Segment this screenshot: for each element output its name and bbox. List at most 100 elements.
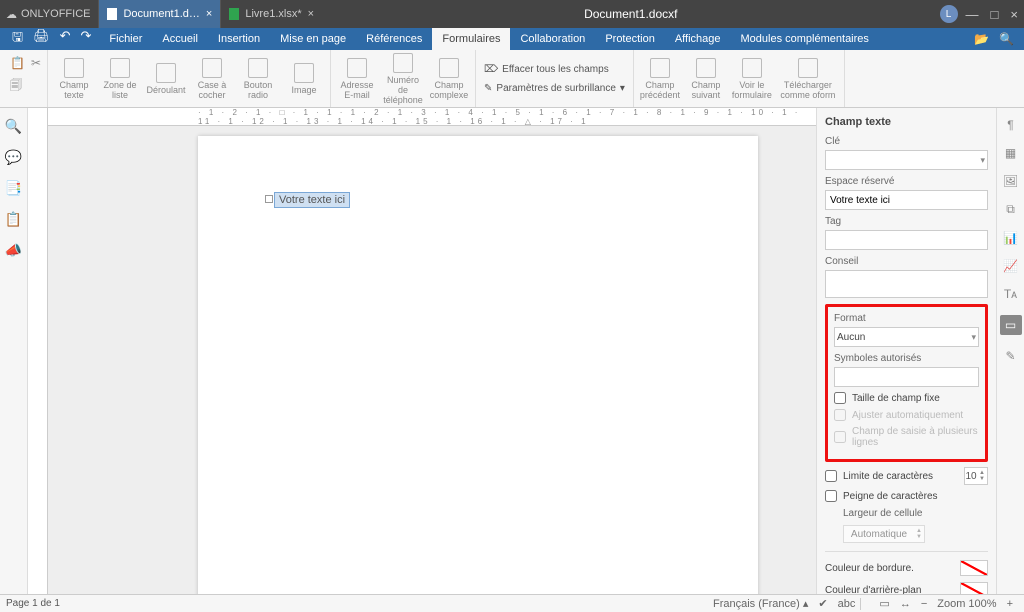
radio-button[interactable]: Boutonradio xyxy=(236,52,280,105)
next-field-button[interactable]: Champsuivant xyxy=(684,52,728,105)
trackchanges-icon[interactable]: abc xyxy=(833,598,861,610)
language-selector[interactable]: Français (France) ▴ xyxy=(708,597,813,610)
dropdown-button[interactable]: Déroulant xyxy=(144,52,188,105)
highlight-settings-button[interactable]: ✎Paramètres de surbrillance▾ xyxy=(480,81,629,96)
download-oform-button[interactable]: Téléchargercomme oform xyxy=(776,52,840,105)
shape-settings-icon[interactable]: 📊 xyxy=(1003,231,1018,245)
tab-mise-en-page[interactable]: Mise en page xyxy=(270,28,356,50)
menubar: 🖫 🖨 ↶ ↷ Fichier Accueil Insertion Mise e… xyxy=(0,28,1024,50)
copy-icon[interactable]: 🗐 xyxy=(10,76,25,97)
close-icon[interactable]: × xyxy=(308,8,314,20)
tab-formulaires[interactable]: Formulaires xyxy=(432,28,510,50)
form-text-field[interactable]: Votre texte ici xyxy=(274,192,350,208)
spellcheck-icon[interactable]: ✔ xyxy=(813,597,832,610)
tip-input[interactable] xyxy=(825,270,988,298)
fit-width-icon[interactable]: ↔ xyxy=(895,598,916,610)
doc-tab-2[interactable]: Livre1.xlsx* × xyxy=(220,0,322,28)
page-indicator[interactable]: Page 1 de 1 xyxy=(6,598,60,609)
tab-fichier[interactable]: Fichier xyxy=(99,28,152,50)
placeholder-input[interactable] xyxy=(825,190,988,210)
clear-fields-button[interactable]: ⌦Effacer tous les champs xyxy=(480,62,613,77)
comb-checkbox[interactable]: Peigne de caractères xyxy=(825,490,988,502)
paste-icon[interactable]: 📋 xyxy=(10,56,25,70)
paragraph-settings-icon[interactable]: ¶ xyxy=(1007,118,1013,132)
allowed-symbols-input[interactable] xyxy=(834,367,979,387)
tag-label: Tag xyxy=(825,216,988,227)
eye-icon xyxy=(742,58,762,78)
redo-icon[interactable]: ↷ xyxy=(81,28,92,50)
contact-fields-group: AdresseE-mail Numéro detéléphone Champco… xyxy=(331,50,476,107)
tab-accueil[interactable]: Accueil xyxy=(152,28,207,50)
key-select[interactable] xyxy=(825,150,988,170)
zoom-level[interactable]: Zoom 100% xyxy=(932,598,1001,610)
checkbox-button[interactable]: Case àcocher xyxy=(190,52,234,105)
chart-settings-icon[interactable]: 📈 xyxy=(1003,259,1018,273)
combobox-button[interactable]: Zone deliste xyxy=(98,52,142,105)
format-select[interactable]: Aucun xyxy=(834,327,979,347)
undo-icon[interactable]: ↶ xyxy=(60,28,71,50)
close-icon[interactable]: × xyxy=(206,8,212,20)
doc-tab-1[interactable]: Document1.d… × xyxy=(98,0,220,28)
user-avatar[interactable]: L xyxy=(940,5,958,23)
tab-references[interactable]: Références xyxy=(356,28,432,50)
find-icon[interactable]: 🔍 xyxy=(5,118,22,135)
combobox-icon xyxy=(110,58,130,78)
form-settings-icon[interactable]: ▭ xyxy=(1000,315,1022,335)
comments-icon[interactable]: 💬 xyxy=(5,149,22,166)
download-icon xyxy=(798,58,818,78)
tab-collaboration[interactable]: Collaboration xyxy=(510,28,595,50)
table-settings-icon[interactable]: ▦ xyxy=(1005,146,1016,160)
print-icon[interactable]: 🖨 xyxy=(33,28,50,50)
multiline-checkbox: Champ de saisie à plusieurs lignes xyxy=(834,426,979,448)
search-icon[interactable]: 🔍 xyxy=(999,32,1014,46)
headings-icon[interactable]: 📑 xyxy=(5,180,22,197)
char-limit-checkbox[interactable] xyxy=(825,470,837,482)
spreadsheet-icon xyxy=(229,8,239,20)
page[interactable]: Votre texte ici xyxy=(198,136,758,594)
char-limit-row: Limite de caractères ▲▼ xyxy=(825,467,988,485)
maximize-button[interactable]: □ xyxy=(991,7,999,22)
close-window-button[interactable]: × xyxy=(1010,7,1018,22)
zoom-out-button[interactable]: − xyxy=(916,598,932,610)
view-form-button[interactable]: Voir leformulaire xyxy=(730,52,774,105)
menubar-right: 📂 🔍 xyxy=(974,32,1020,46)
minimize-button[interactable]: — xyxy=(966,7,979,22)
field-anchor-icon[interactable] xyxy=(265,195,273,203)
feedback-icon[interactable]: 📣 xyxy=(5,242,22,259)
complex-field-button[interactable]: Champcomplexe xyxy=(427,52,471,105)
char-limit-spinner[interactable]: ▲▼ xyxy=(964,467,988,485)
fit-page-icon[interactable]: ▭ xyxy=(874,597,894,610)
tag-input[interactable] xyxy=(825,230,988,250)
save-icon[interactable]: 🖫 xyxy=(12,28,23,50)
zoom-in-button[interactable]: + xyxy=(1002,598,1018,610)
tab-insertion[interactable]: Insertion xyxy=(208,28,270,50)
key-label: Clé xyxy=(825,136,988,147)
autofit-checkbox: Ajuster automatiquement xyxy=(834,409,979,421)
image-settings-icon[interactable]: 🖼 xyxy=(1003,174,1018,188)
left-toolbar: 🔍 💬 📑 📋 📣 xyxy=(0,108,28,594)
highlighted-format-section: Format Aucun Symboles autorisés Taille d… xyxy=(825,304,988,462)
signature-settings-icon[interactable]: ✎ xyxy=(1005,349,1015,363)
prev-field-button[interactable]: Champprécédent xyxy=(638,52,682,105)
fixed-size-checkbox[interactable]: Taille de champ fixe xyxy=(834,392,979,404)
cut-icon[interactable]: ✂ xyxy=(31,56,41,70)
border-color-picker[interactable] xyxy=(960,560,988,576)
form-nav-group: Champprécédent Champsuivant Voir leformu… xyxy=(634,50,845,107)
tab-affichage[interactable]: Affichage xyxy=(665,28,731,50)
cell-width-label: Largeur de cellule xyxy=(843,508,988,519)
open-location-icon[interactable]: 📂 xyxy=(974,32,989,46)
header-settings-icon[interactable]: ⧉ xyxy=(1006,202,1015,217)
email-field-button[interactable]: AdresseE-mail xyxy=(335,52,379,105)
chevron-down-icon: ▾ xyxy=(620,83,625,94)
image-field-button[interactable]: Image xyxy=(282,52,326,105)
bg-color-picker[interactable] xyxy=(960,582,988,594)
nav-icon[interactable]: 📋 xyxy=(5,211,22,228)
tab-protection[interactable]: Protection xyxy=(595,28,665,50)
phone-field-button[interactable]: Numéro detéléphone xyxy=(381,52,425,105)
document-canvas[interactable]: · 1 · 2 · 1 · □ · 1 · 1 · 1 · 2 · 1 · 3 … xyxy=(48,108,816,594)
file-icon xyxy=(107,8,117,20)
text-field-button[interactable]: Champtexte xyxy=(52,52,96,105)
panel-title: Champ texte xyxy=(825,116,988,128)
tab-modules[interactable]: Modules complémentaires xyxy=(731,28,879,50)
textart-settings-icon[interactable]: Tᴀ xyxy=(1004,287,1017,301)
